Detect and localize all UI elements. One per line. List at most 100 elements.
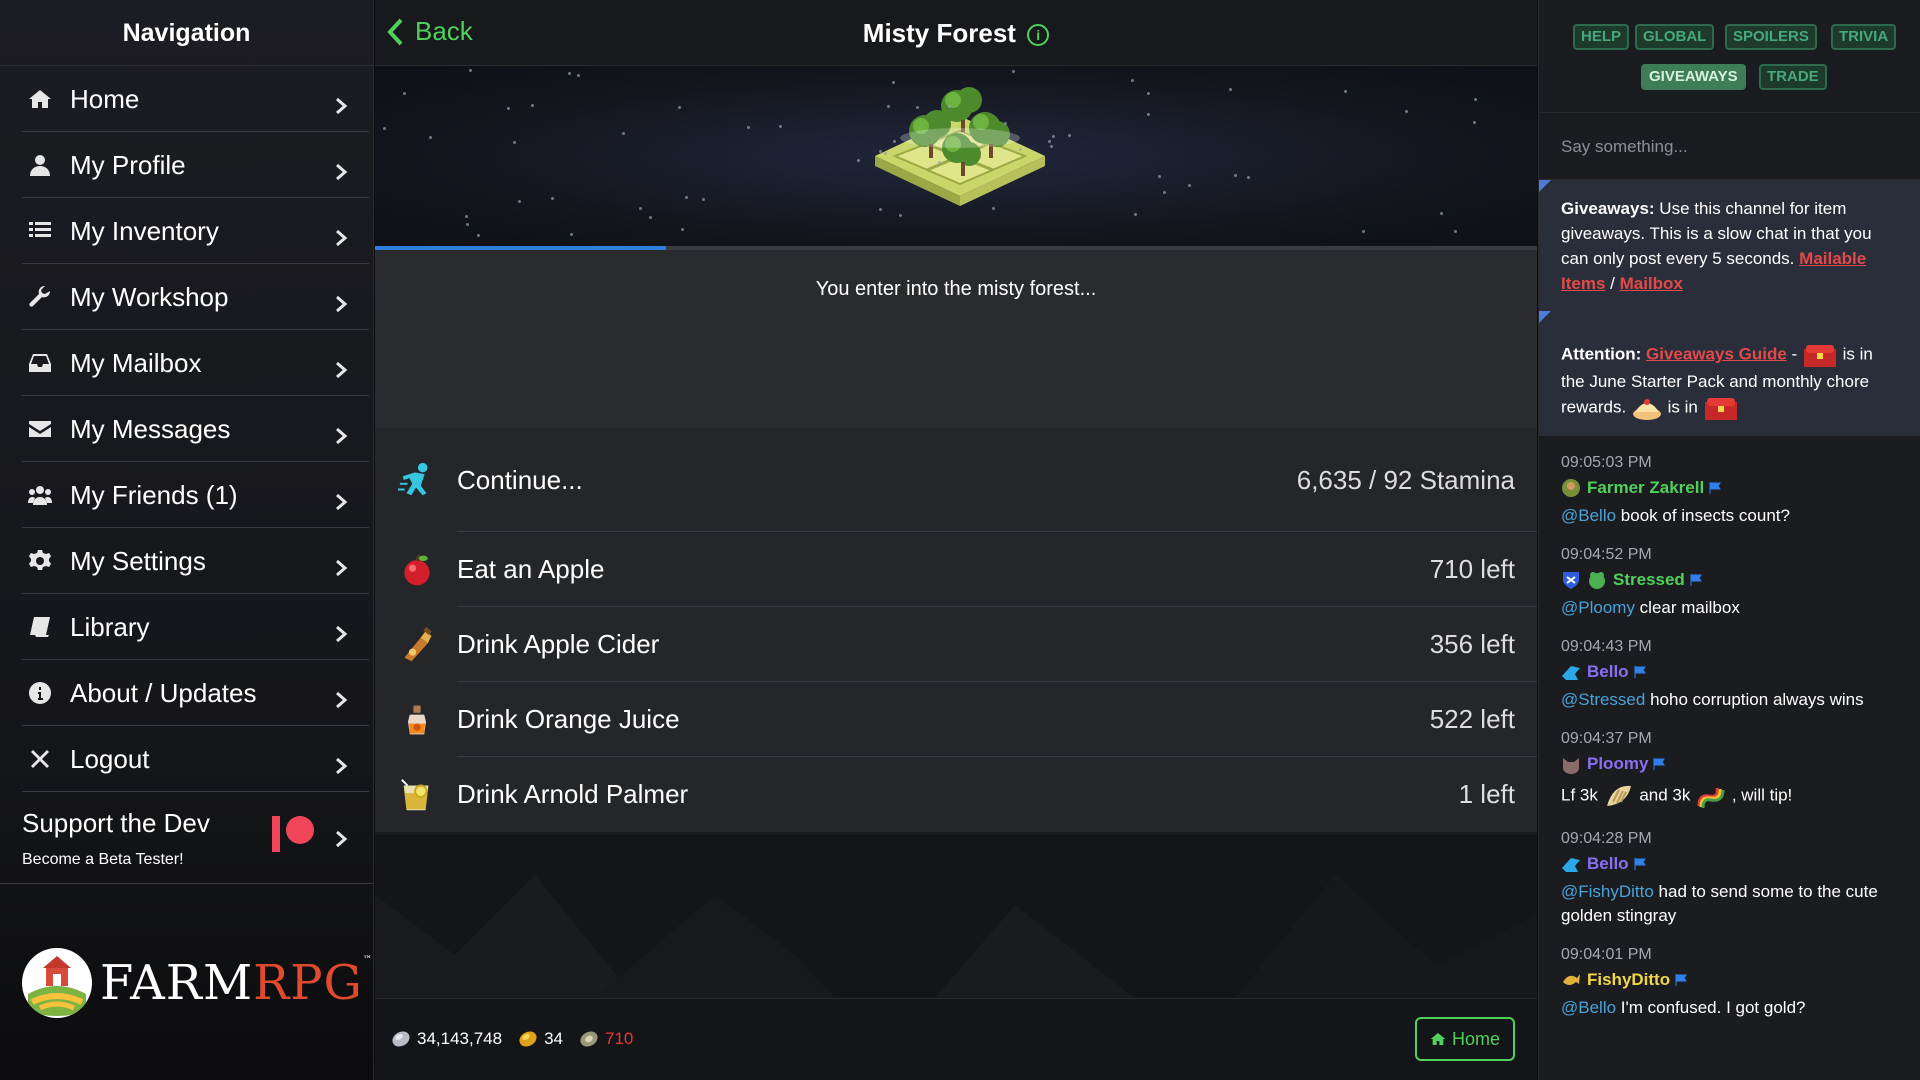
nav-item-about-updates[interactable]: About / Updates bbox=[0, 660, 373, 726]
farmrpg-logo: FARMRPG™ bbox=[22, 948, 373, 1018]
action-label: Drink Arnold Palmer bbox=[457, 779, 689, 809]
nav-title: Navigation bbox=[0, 0, 373, 66]
attention-notice: Attention: Giveaways Guide - is in the J… bbox=[1539, 310, 1920, 436]
chat-panel: HELP GLOBAL SPOILERS TRIVIA GIVEAWAYS TR… bbox=[1538, 0, 1920, 1080]
tab-help[interactable]: HELP bbox=[1573, 24, 1630, 50]
nav-item-my-messages[interactable]: My Messages bbox=[0, 396, 373, 462]
action-label: Eat an Apple bbox=[457, 554, 605, 584]
star-decoration bbox=[992, 207, 995, 210]
support-the-dev-link[interactable]: Support the Dev Become a Beta Tester! bbox=[0, 792, 373, 884]
star-decoration bbox=[678, 106, 681, 109]
nav-item-label: Home bbox=[70, 83, 140, 114]
chat-input[interactable]: Say something... bbox=[1539, 112, 1920, 180]
token-icon bbox=[580, 1031, 598, 1047]
nav-item-my-workshop[interactable]: My Workshop bbox=[0, 264, 373, 330]
tab-global[interactable]: GLOBAL bbox=[1635, 24, 1715, 50]
stamina-count: 6,635 / 92 Stamina bbox=[1296, 464, 1515, 495]
support-subtitle: Become a Beta Tester! bbox=[22, 851, 184, 868]
tab-spoilers[interactable]: SPOILERS bbox=[1725, 24, 1817, 50]
chevron-right-icon bbox=[333, 91, 349, 115]
nav-item-my-profile[interactable]: My Profile bbox=[0, 132, 373, 198]
chat-message: 09:04:28 PM Bello @FishyDitto had to sen… bbox=[1561, 830, 1898, 928]
nav-item-my-inventory[interactable]: My Inventory bbox=[0, 198, 373, 264]
remaining-count: 356 left bbox=[1429, 629, 1515, 659]
gold-amount: 34 bbox=[544, 1029, 564, 1048]
page-title: Misty Forest i bbox=[375, 18, 1537, 49]
nav-item-library[interactable]: Library bbox=[0, 594, 373, 660]
star-decoration bbox=[702, 198, 705, 201]
message-author[interactable]: FishyDitto bbox=[1561, 970, 1898, 990]
star-decoration bbox=[1131, 79, 1134, 82]
star-decoration bbox=[779, 125, 782, 128]
remaining-count: 710 left bbox=[1429, 554, 1515, 584]
chat-messages: 09:05:03 PM Farmer Zakrell @Bello book o… bbox=[1539, 436, 1920, 1020]
home-button[interactable]: Home bbox=[1415, 1017, 1515, 1061]
star-decoration bbox=[1454, 230, 1457, 233]
drink-apple-cider-action[interactable]: Drink Apple Cider 356 left bbox=[375, 607, 1537, 682]
message-author[interactable]: Bello bbox=[1561, 854, 1898, 874]
giveaways-notice: Giveaways: Use this channel for item giv… bbox=[1539, 180, 1920, 310]
star-decoration bbox=[879, 208, 882, 211]
chevron-right-icon bbox=[333, 355, 349, 379]
star-decoration bbox=[531, 104, 534, 107]
continue-action[interactable]: Continue... 6,635 / 92 Stamina bbox=[375, 428, 1537, 532]
explore-message: You enter into the misty forest... bbox=[375, 250, 1537, 428]
misty-forest-icon bbox=[875, 87, 1045, 206]
drink-arnold-palmer-action[interactable]: Drink Arnold Palmer 1 left bbox=[375, 757, 1537, 832]
message-author[interactable]: Farmer Zakrell bbox=[1561, 478, 1898, 498]
message-author[interactable]: Bello bbox=[1561, 662, 1898, 682]
action-label: Continue... bbox=[457, 464, 583, 495]
drink-orange-juice-action[interactable]: Drink Orange Juice 522 left bbox=[375, 682, 1537, 757]
chevron-right-icon bbox=[333, 751, 349, 775]
main-panel: Back Misty Forest i You enter into the m… bbox=[375, 0, 1537, 1080]
star-decoration bbox=[1147, 92, 1150, 95]
message-text: @Stressed hoho corruption always wins bbox=[1561, 690, 1864, 709]
star-decoration bbox=[1362, 230, 1365, 233]
info-icon[interactable]: i bbox=[1027, 24, 1050, 46]
star-decoration bbox=[507, 107, 510, 110]
nav-item-logout[interactable]: Logout bbox=[0, 726, 373, 792]
flag-icon bbox=[1690, 574, 1702, 586]
star-decoration bbox=[1229, 88, 1232, 91]
gear-icon bbox=[26, 547, 54, 575]
message-author[interactable]: Stressed bbox=[1561, 570, 1898, 590]
star-decoration bbox=[681, 228, 684, 231]
chevron-right-icon bbox=[333, 830, 349, 853]
status-footer: 34,143,748 34 710 Home bbox=[375, 998, 1537, 1080]
envelope-icon bbox=[26, 415, 54, 443]
navigation-sidebar: Navigation Home My Profile My Inventory … bbox=[0, 0, 374, 1080]
list-icon bbox=[26, 217, 54, 245]
message-author[interactable]: Ploomy bbox=[1561, 754, 1898, 774]
star-decoration bbox=[577, 74, 580, 77]
avatar-icon bbox=[1562, 666, 1580, 680]
nav-item-label: My Mailbox bbox=[70, 347, 202, 378]
nav-item-home[interactable]: Home bbox=[0, 66, 373, 132]
nav-item-my-settings[interactable]: My Settings bbox=[0, 528, 373, 594]
giveaways-guide-link[interactable]: Giveaways Guide bbox=[1646, 344, 1787, 363]
star-decoration bbox=[1158, 175, 1161, 178]
star-decoration bbox=[899, 214, 902, 217]
chat-message: 09:04:52 PM Stressed @Ploomy clear mailb… bbox=[1561, 546, 1898, 620]
chevron-right-icon bbox=[333, 487, 349, 511]
nav-item-label: Logout bbox=[70, 743, 150, 774]
mailbox-link[interactable]: Mailbox bbox=[1620, 274, 1683, 293]
star-decoration bbox=[518, 200, 521, 203]
apple-cider-icon bbox=[397, 625, 437, 665]
flag-icon bbox=[1634, 666, 1646, 678]
star-decoration bbox=[1440, 212, 1443, 215]
tab-trade[interactable]: TRADE bbox=[1759, 64, 1827, 90]
cat-avatar-icon bbox=[1563, 758, 1579, 774]
chest-icon bbox=[1704, 398, 1737, 420]
star-decoration bbox=[893, 140, 896, 143]
star-decoration bbox=[1048, 140, 1051, 143]
chevron-right-icon bbox=[333, 685, 349, 709]
nav-item-my-mailbox[interactable]: My Mailbox bbox=[0, 330, 373, 396]
tab-giveaways[interactable]: GIVEAWAYS bbox=[1641, 64, 1746, 90]
nav-item-my-friends[interactable]: My Friends (1) bbox=[0, 462, 373, 528]
flag-icon bbox=[1709, 482, 1722, 494]
tab-trivia[interactable]: TRIVIA bbox=[1831, 24, 1897, 50]
star-decoration bbox=[938, 161, 941, 164]
user-icon bbox=[26, 151, 54, 179]
eat-apple-action[interactable]: Eat an Apple 710 left bbox=[375, 532, 1537, 607]
message-text: @FishyDitto had to send some to the cute… bbox=[1561, 882, 1878, 925]
